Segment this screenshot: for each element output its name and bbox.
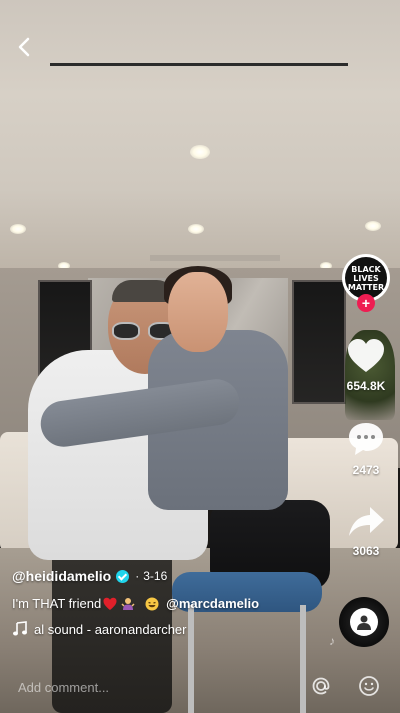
ceiling-light (190, 145, 210, 159)
caption-body: I'm THAT friend (12, 596, 102, 611)
sound-name: al sound - aaronandarcher (34, 621, 187, 637)
smiley-icon (359, 676, 379, 696)
ceiling-light (10, 224, 26, 234)
author-row: @heididamelio · 3-16 (12, 566, 322, 586)
comment-button[interactable]: 2473 (336, 420, 396, 477)
sound-disc-cover (350, 608, 378, 636)
avatar-image: BLACK LIVES MATTER (345, 257, 387, 299)
like-count: 654.8K (346, 379, 386, 393)
music-note-icon (13, 621, 27, 636)
share-button[interactable]: 3063 (336, 505, 396, 558)
heart-icon (348, 339, 384, 372)
back-chevron-icon (18, 37, 30, 57)
comment-input[interactable] (18, 676, 298, 698)
comment-bar (0, 668, 400, 708)
verified-badge-icon (116, 569, 130, 583)
person-woman (168, 272, 228, 352)
author-username[interactable]: @heididamelio (12, 568, 111, 584)
ceiling-light (188, 224, 204, 234)
mention-button[interactable] (309, 674, 333, 698)
emoji-button[interactable] (357, 674, 381, 698)
person-silhouette-icon (357, 615, 371, 630)
caption-text: I'm THAT friend @marcdamelio (12, 596, 322, 611)
red-heart-emoji-icon (103, 597, 117, 610)
sound-row[interactable]: al sound - aaronandarcher (12, 621, 232, 637)
person-shrugging-emoji-icon (121, 597, 135, 610)
creator-avatar-block[interactable]: BLACK LIVES MATTER + (340, 252, 394, 312)
back-button[interactable] (12, 34, 38, 60)
grinning-face-emoji-icon (145, 597, 159, 610)
ceiling-beam (150, 255, 280, 261)
ceiling-light (365, 221, 381, 231)
like-button[interactable]: 654.8K (336, 338, 396, 393)
comment-count: 2473 (352, 463, 380, 477)
avatar-text-line: LIVES (353, 273, 379, 283)
avatar-text-line: BLACK (351, 264, 381, 274)
video-caption: @heididamelio · 3-16 I'm THAT friend @ma… (12, 566, 322, 637)
sound-disc[interactable] (339, 597, 389, 647)
share-arrow-icon (349, 507, 384, 536)
post-date: 3-16 (143, 569, 168, 583)
at-sign-icon (312, 677, 330, 695)
video-screen[interactable]: BLACK LIVES MATTER + 654.8K 2473 3063 @h… (0, 0, 400, 713)
floating-note-icon: ♪ (329, 634, 335, 648)
avatar-text-line: MATTER (347, 282, 385, 292)
ceiling-slot (50, 63, 348, 66)
share-count: 3063 (352, 544, 380, 558)
mention-link[interactable]: @marcdamelio (166, 596, 259, 611)
comment-bubble-icon (349, 423, 383, 455)
separator: · (135, 569, 140, 583)
follow-button[interactable]: + (357, 294, 375, 312)
